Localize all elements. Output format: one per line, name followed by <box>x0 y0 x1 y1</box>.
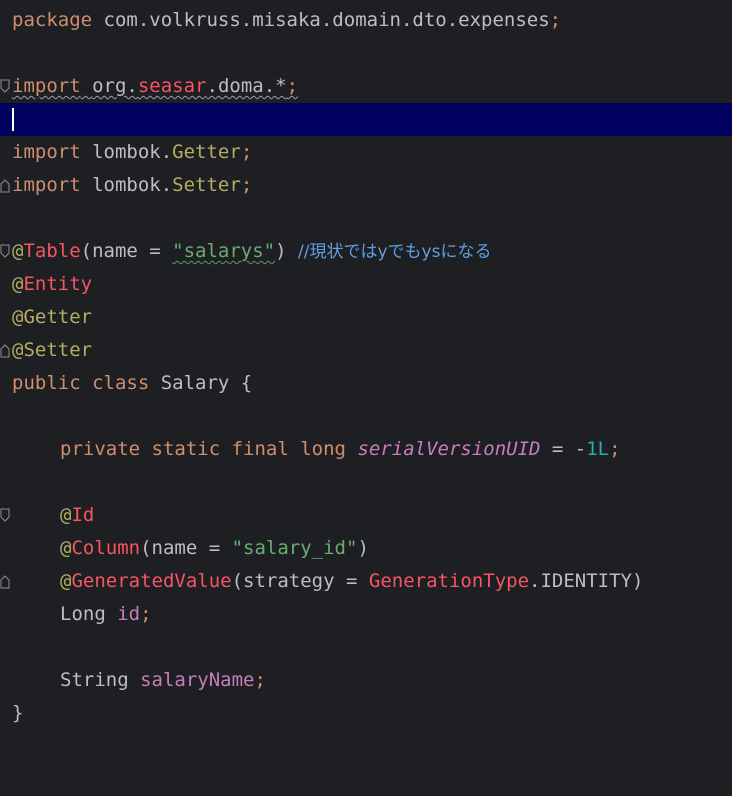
annotation-table: Table <box>23 240 81 262</box>
keyword-import: import <box>12 141 81 163</box>
code-line[interactable]: package com.volkruss.misaka.domain.dto.e… <box>0 4 732 37</box>
text-caret <box>12 108 14 131</box>
fold-start-icon[interactable] <box>0 79 10 94</box>
code-line[interactable]: @Getter <box>0 301 732 334</box>
import-path: lombok. <box>92 174 173 196</box>
keyword-import: import <box>12 174 81 196</box>
package-name: com.volkruss.misaka.domain.dto.expenses <box>103 9 550 31</box>
import-path: lombok. <box>92 141 173 163</box>
annotation-setter: @Setter <box>12 339 93 361</box>
semicolon: ; <box>240 174 253 196</box>
import-class: Setter <box>172 174 241 196</box>
code-line[interactable]: } <box>0 697 732 730</box>
code-line[interactable]: import org.seasar.doma.*; <box>0 70 732 103</box>
annotation-at: @ <box>60 570 72 592</box>
annotation-at: @ <box>12 240 24 262</box>
annotation-args: (name = <box>140 537 232 559</box>
code-line[interactable]: @Id <box>0 499 732 532</box>
current-line-highlight[interactable] <box>0 103 732 136</box>
assignment: = - <box>540 438 587 460</box>
annotation-args: ) <box>357 537 369 559</box>
import-path: org. <box>92 75 138 97</box>
table-name-string: "salarys" <box>172 240 276 262</box>
code-line[interactable]: import lombok.Getter; <box>0 136 732 169</box>
field-name: id <box>117 603 141 625</box>
annotation-getter: @Getter <box>12 306 93 328</box>
field-type: Long <box>60 603 118 625</box>
annotation-at: @ <box>60 504 72 526</box>
keyword-class: class <box>92 372 150 394</box>
import-class: Getter <box>172 141 241 163</box>
semicolon: ; <box>140 603 152 625</box>
static-field-name: serialVersionUID <box>357 438 541 460</box>
code-line[interactable]: @GeneratedValue(strategy = GenerationTyp… <box>0 565 732 598</box>
code-line[interactable]: @Setter <box>0 334 732 367</box>
semicolon: ; <box>549 9 562 31</box>
code-line[interactable]: @Table(name = "salarys") //現状ではyでもysになる <box>0 235 732 268</box>
annotation-args: (name = <box>80 240 173 262</box>
numeric-literal: 1L <box>586 438 610 460</box>
fold-start-icon[interactable] <box>0 244 10 259</box>
annotation-at: @ <box>12 273 24 295</box>
code-line[interactable]: Long id; <box>0 598 732 631</box>
column-name-string: "salary_id" <box>231 537 358 559</box>
code-line[interactable]: public class Salary { <box>0 367 732 400</box>
annotation-args: .IDENTITY) <box>529 570 644 592</box>
fold-end-icon[interactable] <box>0 343 10 358</box>
annotation-args: ) <box>275 240 299 262</box>
field-modifiers: private static final long <box>60 438 346 460</box>
annotation-column: Column <box>71 537 141 559</box>
annotation-args: (strategy = <box>231 570 369 592</box>
annotation-at: @ <box>60 537 72 559</box>
closing-brace: } <box>12 702 24 724</box>
semicolon: ; <box>286 75 299 97</box>
fold-end-icon[interactable] <box>0 574 10 589</box>
class-declaration: Salary { <box>149 372 253 394</box>
fold-end-icon[interactable] <box>0 178 10 193</box>
semicolon: ; <box>254 669 266 691</box>
line-comment: //現状ではyでもysになる <box>298 242 492 262</box>
code-editor[interactable]: package com.volkruss.misaka.domain.dto.e… <box>0 0 732 724</box>
code-line[interactable]: String salaryName; <box>0 664 732 697</box>
import-path: .doma.* <box>206 75 287 97</box>
import-path-error: seasar <box>137 75 207 97</box>
annotation-generated-value: GeneratedValue <box>71 570 232 592</box>
keyword-package: package <box>12 9 93 31</box>
fold-start-icon[interactable] <box>0 508 10 523</box>
semicolon: ; <box>240 141 253 163</box>
code-line[interactable]: @Entity <box>0 268 732 301</box>
keyword-import: import <box>12 75 81 97</box>
generation-type: GenerationType <box>368 570 530 592</box>
code-line[interactable]: import lombok.Setter; <box>0 169 732 202</box>
code-line[interactable]: private static final long serialVersionU… <box>0 433 732 466</box>
semicolon: ; <box>609 438 621 460</box>
keyword-public: public <box>12 372 81 394</box>
annotation-id: Id <box>71 504 95 526</box>
annotation-entity: Entity <box>23 273 93 295</box>
code-line[interactable]: @Column(name = "salary_id") <box>0 532 732 565</box>
field-name: salaryName <box>140 669 255 691</box>
field-type: String <box>60 669 141 691</box>
